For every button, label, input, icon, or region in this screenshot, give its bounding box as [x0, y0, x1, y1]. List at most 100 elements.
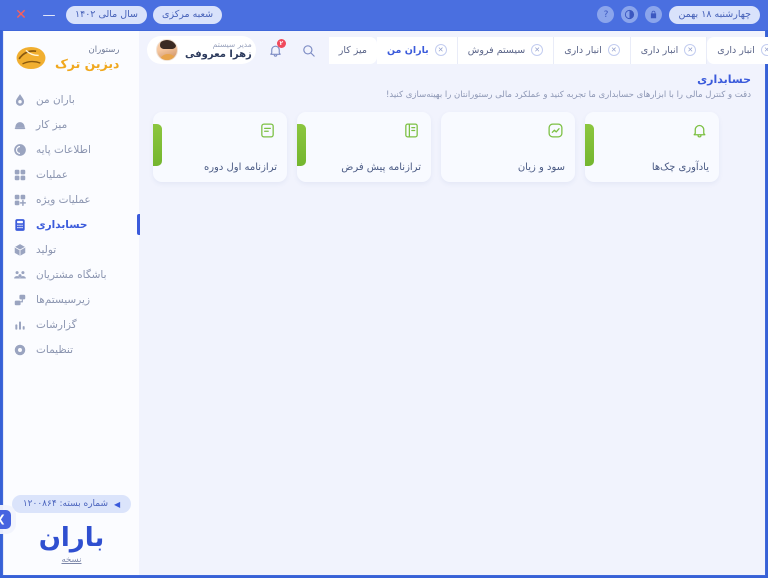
subsystems-icon	[12, 292, 27, 307]
sidebar-collapse-button[interactable]: ❯	[0, 510, 11, 529]
sidebar-item-tolid[interactable]: تولید	[4, 237, 139, 262]
card-label: سود و زیان	[517, 162, 565, 173]
sidebar-item-baran-man[interactable]: باران من	[4, 87, 139, 112]
sidebar-item-zirsistemha[interactable]: زیرسیستم‌ها	[4, 287, 139, 312]
package-number-pill[interactable]: ◀ شماره بسته: ۱۲۰۰۸۶۴	[12, 495, 131, 513]
sidebar: رستوران دیزین ترک باران من میز کار اطلاع…	[0, 31, 140, 575]
package-row: ◀ شماره بسته: ۱۲۰۰۸۶۴	[4, 495, 139, 523]
users-icon	[12, 267, 27, 282]
close-icon[interactable]: ✕	[607, 44, 620, 56]
sidebar-item-bashgah-moshtarian[interactable]: باشگاه مشتریان	[4, 262, 139, 287]
application-window: چهارشنبه ۱۸ بهمن ? شعبه مرکزی سال مالی ۱…	[0, 0, 768, 578]
droplet-icon	[12, 92, 27, 107]
restaurant-logo-icon	[14, 43, 48, 73]
sidebar-item-label: اطلاعات پایه	[36, 143, 91, 156]
tab-anbardari-3[interactable]: انبار داری ✕	[707, 36, 768, 64]
card-label: ترازنامه اول دوره	[203, 162, 277, 173]
sidebar-item-label: زیرسیستم‌ها	[36, 293, 91, 306]
sidebar-item-label: عملیات ویژه	[36, 193, 91, 206]
chevron-left-icon: ◀	[114, 499, 121, 509]
page-subtitle: دقت و کنترل مالی را با ابزارهای حسابداری…	[386, 90, 751, 100]
sidebar-item-label: تولید	[36, 243, 57, 256]
tab-label: انبار داری	[640, 44, 679, 56]
box-icon	[12, 242, 27, 257]
open-tabs-bar: میز کار باران من ✕ سیستم فروش ✕ انبار دا…	[328, 36, 768, 64]
chart-square-icon	[545, 120, 565, 140]
lock-icon[interactable]	[645, 6, 663, 24]
sidebar-footer: ◀ شماره بسته: ۱۲۰۰۸۶۴ باران نسخه	[4, 495, 139, 575]
sidebar-item-amaliat-vijeh[interactable]: عملیات ویژه	[4, 187, 139, 212]
tab-anbardari-2[interactable]: انبار داری ✕	[630, 36, 708, 64]
desk-icon	[12, 117, 27, 132]
close-button[interactable]: ✕	[10, 4, 32, 26]
branch-pill[interactable]: شعبه مرکزی	[153, 6, 223, 24]
close-icon[interactable]: ✕	[531, 44, 544, 56]
brand-name: دیزین ترک	[55, 55, 120, 71]
card-tarazname-pishfarz[interactable]: ترازنامه پیش فرض	[297, 112, 431, 182]
tab-miz-kar[interactable]: میز کار	[328, 36, 377, 64]
bell-outline-icon	[689, 120, 709, 140]
tab-sistem-forush[interactable]: سیستم فروش ✕	[457, 36, 555, 64]
sidebar-item-etelaat-paye[interactable]: اطلاعات پایه	[4, 137, 139, 162]
baran-brand-block: باران نسخه	[4, 523, 139, 569]
sidebar-item-label: میز کار	[36, 118, 68, 131]
page-title: حسابداری	[697, 73, 751, 86]
sidebar-item-label: باشگاه مشتریان	[36, 268, 107, 281]
tab-anbardari-1[interactable]: انبار داری ✕	[554, 36, 631, 64]
sidebar-item-hesabdari[interactable]: حسابداری	[4, 212, 140, 237]
tab-label: سیستم فروش	[467, 44, 526, 56]
card-accent-tab	[585, 124, 594, 166]
clipboard-icon	[257, 120, 277, 140]
sidebar-item-miz-kar[interactable]: میز کار	[4, 112, 139, 137]
sidebar-item-label: باران من	[36, 93, 75, 106]
fiscal-year-pill[interactable]: سال مالی ۱۴۰۲	[66, 6, 148, 24]
sidebar-item-label: گزارشات	[36, 318, 77, 331]
tab-label: باران من	[387, 44, 429, 56]
brand-block: رستوران دیزین ترک	[4, 31, 139, 83]
main-content: مدیر سیستم زهرا معروفی ۲ میز کار باران م…	[139, 31, 768, 575]
book-icon	[401, 120, 421, 140]
card-accent-tab	[153, 124, 162, 166]
grid-plus-icon	[12, 192, 27, 207]
sidebar-item-label: عملیات	[36, 168, 69, 181]
card-accent-tab	[297, 124, 306, 166]
sidebar-nav: باران من میز کار اطلاعات پایه عملیات عمل…	[4, 87, 140, 362]
database-icon	[12, 142, 27, 157]
grid-icon	[12, 167, 27, 182]
package-number-label: شماره بسته: ۱۲۰۰۸۶۴	[22, 499, 109, 509]
version-link[interactable]: نسخه	[4, 555, 139, 565]
brand-text: رستوران دیزین ترک	[55, 45, 119, 71]
sidebar-item-tanzimat[interactable]: تنظیمات	[4, 337, 139, 362]
sidebar-item-label: حسابداری	[36, 218, 88, 231]
tab-baran-man[interactable]: باران من ✕	[377, 36, 458, 64]
close-icon[interactable]: ✕	[684, 44, 697, 56]
tab-label: انبار داری	[564, 44, 602, 56]
sidebar-item-gozareshat[interactable]: گزارشات	[4, 312, 139, 337]
minimize-button[interactable]: —	[38, 4, 60, 26]
card-yadavari-chekha[interactable]: یادآوری چک‌ها	[585, 112, 719, 182]
titlebar-left-group: چهارشنبه ۱۸ بهمن ?	[597, 6, 760, 24]
card-tarazname-aval-dore[interactable]: ترازنامه اول دوره	[153, 112, 287, 182]
close-icon[interactable]: ✕	[760, 44, 768, 56]
card-label: یادآوری چک‌ها	[651, 162, 709, 173]
bar-chart-icon	[12, 317, 27, 332]
help-icon[interactable]: ?	[597, 6, 615, 24]
notifications-button[interactable]: ۲	[263, 37, 289, 63]
search-button[interactable]	[296, 37, 322, 63]
user-role: مدیر سیستم	[212, 39, 252, 49]
card-label: ترازنامه پیش فرض	[341, 162, 421, 173]
baran-logo: باران	[38, 523, 106, 553]
user-profile[interactable]: مدیر سیستم زهرا معروفی	[147, 36, 256, 64]
sidebar-item-label: تنظیمات	[36, 343, 74, 356]
brand-subtitle: رستوران	[88, 44, 120, 55]
feature-cards: ترازنامه اول دوره ترازنامه پیش فرض سود و…	[139, 108, 765, 182]
calculator-icon	[12, 217, 27, 232]
top-toolbar: مدیر سیستم زهرا معروفی ۲ میز کار باران م…	[139, 31, 768, 69]
notification-badge: ۲	[276, 39, 286, 48]
close-icon[interactable]: ✕	[434, 44, 447, 56]
page-header: حسابداری دقت و کنترل مالی را با ابزارهای…	[139, 69, 765, 108]
theme-circle-icon[interactable]	[621, 6, 639, 24]
sidebar-item-amaliat[interactable]: عملیات	[4, 162, 139, 187]
card-sood-va-zian[interactable]: سود و زیان	[441, 112, 575, 182]
current-date-pill: چهارشنبه ۱۸ بهمن	[669, 6, 760, 24]
